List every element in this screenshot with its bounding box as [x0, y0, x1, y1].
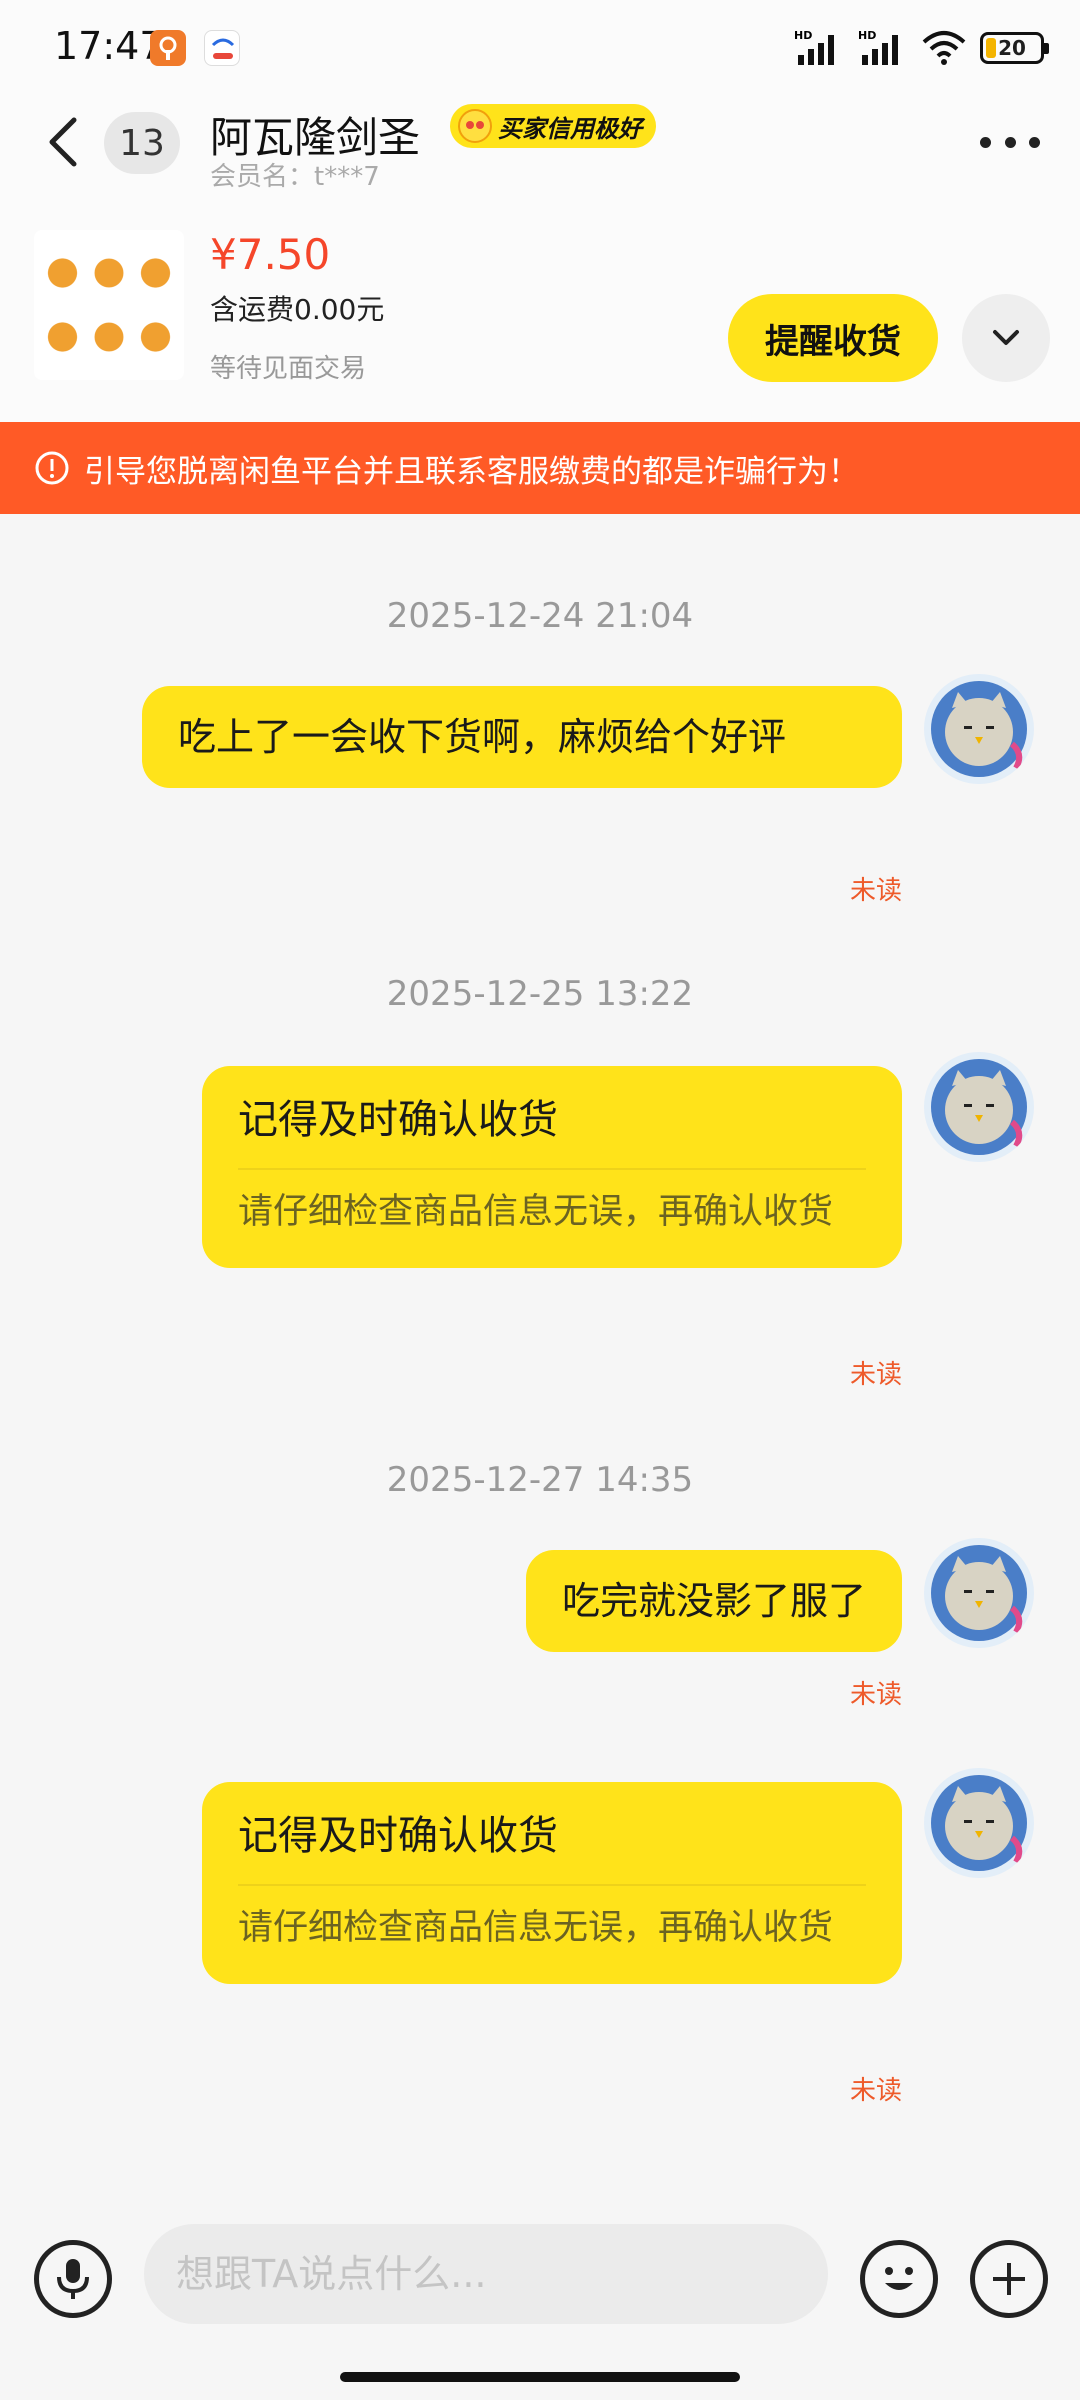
product-price: ¥7.50 — [210, 230, 331, 279]
home-indicator[interactable] — [340, 2372, 740, 2382]
confirm-receipt-card[interactable]: 记得及时确认收货 请仔细检查商品信息无误，再确认收货 — [202, 1782, 902, 1984]
unread-status: 未读 — [849, 876, 902, 906]
back-button[interactable] — [40, 112, 90, 172]
message-text: 吃完就没影了服了 — [561, 1579, 866, 1623]
message-timestamp: 2025-12-25 13:22 — [386, 974, 694, 1014]
shipping-info: 含运费0.00元 — [210, 293, 385, 326]
chevron-left-icon — [49, 117, 77, 167]
signal-icon: HD — [794, 29, 834, 65]
status-time: 17:47 — [54, 24, 164, 68]
product-card[interactable]: ¥7.50 含运费0.00元 等待见面交易 提醒收货 — [0, 200, 1080, 422]
battery-icon: 20 — [980, 32, 1049, 64]
dot-icon — [980, 136, 991, 148]
cat-avatar-icon — [931, 1775, 1027, 1871]
status-icons: HD HD 20 — [794, 26, 1049, 70]
dot-icon — [1004, 136, 1016, 148]
voice-input-button[interactable] — [34, 2240, 112, 2318]
avatar[interactable] — [924, 1538, 1034, 1648]
heart-eyes-emoji-icon — [458, 109, 492, 143]
card-body: 请仔细检查商品信息无误，再确认收货 — [238, 1192, 834, 1232]
cloud-app-icon — [204, 30, 240, 66]
credit-badge-label: 买家信用极好 — [498, 114, 642, 143]
dot-icon — [1029, 136, 1040, 148]
fraud-warning-banner: 引导您脱离闲鱼平台并且联系客服缴费的都是诈骗行为！ — [0, 422, 1080, 514]
microphone-icon — [57, 2259, 89, 2299]
avatar[interactable] — [924, 674, 1034, 784]
message-timestamp: 2025-12-27 14:35 — [386, 1460, 694, 1500]
message-bubble[interactable]: 吃完就没影了服了 — [525, 1550, 902, 1652]
expand-button[interactable] — [962, 294, 1050, 382]
message-input[interactable] — [144, 2224, 828, 2324]
more-options-button[interactable] — [980, 130, 1040, 154]
unread-status: 未读 — [849, 2076, 902, 2106]
svg-text:HD: HD — [794, 29, 812, 42]
card-body: 请仔细检查商品信息无误，再确认收货 — [238, 1908, 834, 1948]
status-bar: 17:47 HD HD 20 — [0, 0, 1080, 100]
message-text: 吃上了一会收下货啊，麻烦给个好评 — [178, 715, 787, 759]
signal-icon: HD — [858, 29, 898, 65]
plus-icon — [993, 2263, 1025, 2295]
unread-status: 未读 — [849, 1680, 902, 1710]
chat-header: 13 阿瓦隆剑圣 买家信用极好 会员名：t***7 — [0, 100, 1080, 200]
unread-count-badge[interactable]: 13 — [104, 112, 180, 174]
confirm-receipt-card[interactable]: 记得及时确认收货 请仔细检查商品信息无误，再确认收货 — [202, 1066, 902, 1268]
warning-icon — [35, 451, 69, 485]
chevron-down-icon — [993, 330, 1019, 345]
wifi-icon — [922, 31, 966, 65]
trade-status: 等待见面交易 — [210, 354, 367, 384]
member-name: 会员名：t***7 — [210, 162, 380, 192]
card-title: 记得及时确认收货 — [238, 1813, 558, 1859]
app-notification-icon — [150, 30, 186, 66]
message-bubble[interactable]: 吃上了一会收下货啊，麻烦给个好评 — [142, 686, 902, 788]
cat-avatar-icon — [931, 1545, 1027, 1641]
remind-receipt-button[interactable]: 提醒收货 — [728, 294, 938, 382]
cat-avatar-icon — [931, 681, 1027, 777]
message-timestamp: 2025-12-24 21:04 — [386, 596, 694, 636]
avatar[interactable] — [924, 1052, 1034, 1162]
product-thumbnail[interactable] — [34, 230, 184, 380]
message-input-bar — [0, 2214, 1080, 2400]
unread-status: 未读 — [849, 1360, 902, 1390]
chat-message-list[interactable]: 2025-12-24 21:04 吃上了一会收下货啊，麻烦给个好评 未读 202… — [0, 514, 1080, 2214]
add-attachment-button[interactable] — [970, 2240, 1048, 2318]
emoji-button[interactable] — [860, 2240, 938, 2318]
card-title: 记得及时确认收货 — [238, 1097, 558, 1143]
credit-badge[interactable]: 买家信用极好 — [450, 104, 656, 148]
emoji-icon — [885, 2267, 913, 2290]
svg-text:HD: HD — [858, 29, 876, 42]
warning-text: 引导您脱离闲鱼平台并且联系客服缴费的都是诈骗行为！ — [84, 453, 859, 490]
cat-avatar-icon — [931, 1059, 1027, 1155]
avatar[interactable] — [924, 1768, 1034, 1878]
